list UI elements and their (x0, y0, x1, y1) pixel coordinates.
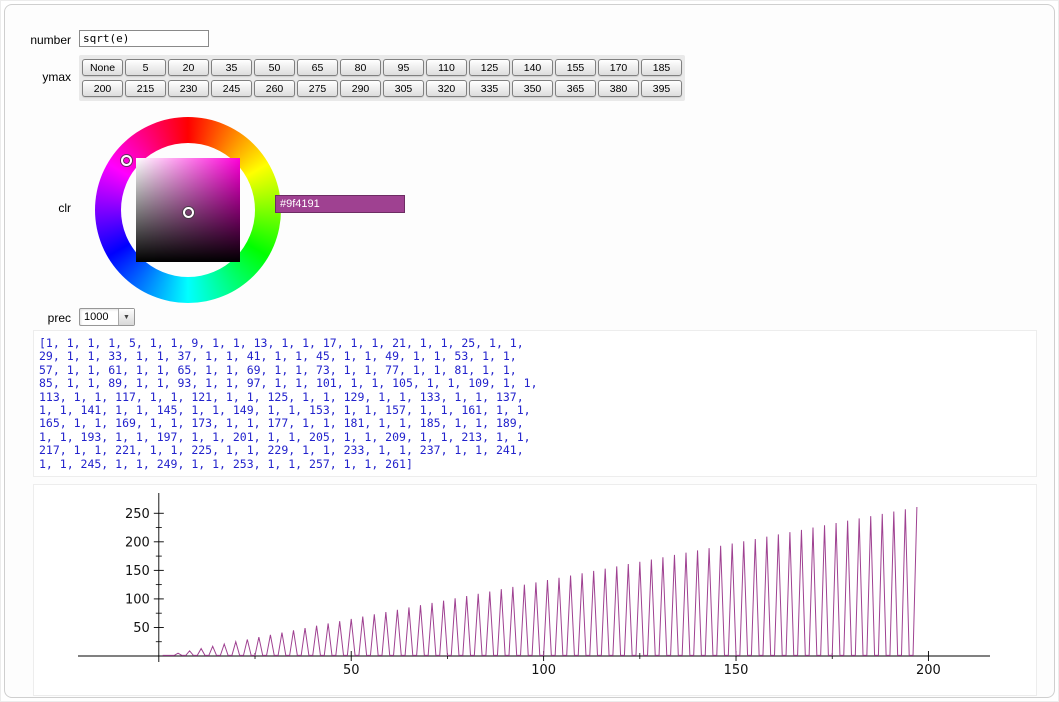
output-text: [1, 1, 1, 1, 5, 1, 1, 9, 1, 1, 13, 1, 1,… (34, 331, 1036, 471)
svg-text:150: 150 (724, 663, 749, 678)
ymax-button-380[interactable]: 380 (598, 80, 639, 97)
ymax-button-row-1: 2002152302452602752903053203353503653803… (82, 78, 682, 99)
svg-text:250: 250 (125, 507, 150, 522)
ymax-button-140[interactable]: 140 (512, 59, 553, 76)
ymax-button-none[interactable]: None (82, 59, 123, 76)
ymax-button-170[interactable]: 170 (598, 59, 639, 76)
ymax-button-row-0: None5203550658095110125140155170185 (82, 57, 682, 78)
number-input[interactable] (79, 30, 209, 47)
ymax-button-80[interactable]: 80 (340, 59, 381, 76)
svg-text:100: 100 (531, 663, 556, 678)
ymax-button-245[interactable]: 245 (211, 80, 252, 97)
svg-text:200: 200 (916, 663, 941, 678)
ymax-button-95[interactable]: 95 (383, 59, 424, 76)
ymax-button-65[interactable]: 65 (297, 59, 338, 76)
ymax-button-320[interactable]: 320 (426, 80, 467, 97)
plot: 50 100 150 200 50 100 150 200 250 (34, 485, 1036, 695)
svg-text:150: 150 (125, 564, 150, 579)
ymax-button-125[interactable]: 125 (469, 59, 510, 76)
hue-marker[interactable] (121, 155, 132, 166)
ymax-button-275[interactable]: 275 (297, 80, 338, 97)
color-wheel[interactable] (95, 117, 281, 303)
saturation-value-marker[interactable] (183, 207, 194, 218)
ymax-button-335[interactable]: 335 (469, 80, 510, 97)
color-hex-input[interactable] (275, 195, 405, 213)
clr-label: clr (5, 201, 71, 215)
ymax-button-35[interactable]: 35 (211, 59, 252, 76)
ymax-button-5[interactable]: 5 (125, 59, 166, 76)
screenshot-frame: number ymax None520355065809511012514015… (0, 0, 1059, 702)
ymax-button-230[interactable]: 230 (168, 80, 209, 97)
ymax-button-110[interactable]: 110 (426, 59, 467, 76)
ymax-button-260[interactable]: 260 (254, 80, 295, 97)
ymax-button-395[interactable]: 395 (641, 80, 682, 97)
ymax-button-350[interactable]: 350 (512, 80, 553, 97)
ymax-button-20[interactable]: 20 (168, 59, 209, 76)
svg-text:50: 50 (133, 621, 150, 636)
prec-select-value: 1000 (80, 309, 118, 325)
chevron-down-icon: ▼ (118, 309, 134, 325)
svg-text:200: 200 (125, 535, 150, 550)
prec-select[interactable]: 1000 ▼ (79, 308, 135, 326)
ymax-button-50[interactable]: 50 (254, 59, 295, 76)
svg-text:100: 100 (125, 592, 150, 607)
ymax-button-290[interactable]: 290 (340, 80, 381, 97)
ymax-button-305[interactable]: 305 (383, 80, 424, 97)
ymax-button-panel: None5203550658095110125140155170185 2002… (79, 55, 685, 101)
ymax-button-185[interactable]: 185 (641, 59, 682, 76)
ymax-button-215[interactable]: 215 (125, 80, 166, 97)
ymax-button-155[interactable]: 155 (555, 59, 596, 76)
number-label: number (5, 33, 71, 47)
ymax-button-200[interactable]: 200 (82, 80, 123, 97)
output-box: [1, 1, 1, 1, 5, 1, 1, 9, 1, 1, 13, 1, 1,… (33, 330, 1037, 477)
svg-text:50: 50 (343, 663, 360, 678)
ymax-label: ymax (5, 70, 71, 84)
prec-label: prec (5, 311, 71, 325)
plot-box: 50 100 150 200 50 100 150 200 250 (33, 484, 1037, 696)
interact-cell: number ymax None520355065809511012514015… (4, 4, 1055, 698)
ymax-button-365[interactable]: 365 (555, 80, 596, 97)
